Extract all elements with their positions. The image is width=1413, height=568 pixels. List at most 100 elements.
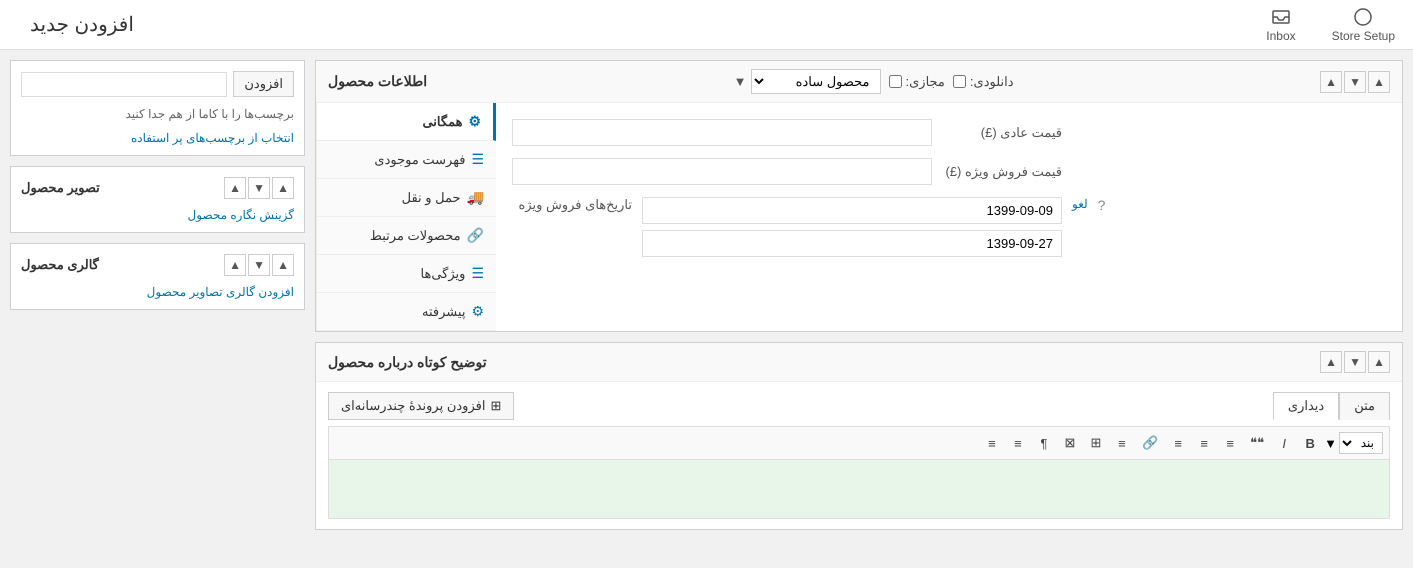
- virtual-label: مجازی:: [906, 74, 945, 90]
- downloadable-label: دانلودی:: [970, 74, 1014, 90]
- sale-price-row: قیمت فروش ویژه (£): [512, 158, 1386, 185]
- tab-text[interactable]: متن: [1339, 392, 1390, 420]
- format-select[interactable]: بند: [1339, 432, 1383, 454]
- tab-advanced[interactable]: ⚙ پیشرفته: [317, 293, 496, 331]
- product-image-header: ▲ ▼ ▲ تصویر محصول: [21, 177, 294, 199]
- store-setup-nav[interactable]: Store Setup: [1324, 7, 1403, 43]
- store-setup-icon: [1353, 7, 1373, 27]
- tab-inventory-label: فهرست موجودی: [374, 152, 465, 168]
- media-icon: ⊞: [490, 398, 501, 414]
- add-media-button[interactable]: ⊞ افزودن پروندۀ چندرسانه‌ای: [328, 392, 514, 420]
- product-info-up-btn[interactable]: ▲: [1368, 71, 1390, 93]
- table-btn[interactable]: ⊞: [1084, 431, 1108, 455]
- gallery-panel: ▲ ▼ ▲ گالری محصول افزودن گالری تصاویر مح…: [10, 243, 305, 310]
- linked-icon: 🔗: [467, 227, 484, 244]
- downloadable-checkbox[interactable]: [953, 75, 966, 88]
- bold-btn[interactable]: B: [1298, 432, 1322, 455]
- image-panel-expand-btn[interactable]: ▲: [224, 177, 246, 199]
- editor-content-area[interactable]: [328, 459, 1390, 519]
- shipping-icon: 🚚: [467, 189, 484, 206]
- gallery-link[interactable]: افزودن گالری تصاویر محصول: [147, 285, 294, 299]
- ul-btn[interactable]: ≡: [1006, 432, 1030, 455]
- sale-dates-label: تاریخ‌های فروش ویژه: [512, 197, 632, 213]
- tags-input-row: افزودن: [21, 71, 294, 97]
- product-info-panel: ▲ ▼ ▲ دانلودی: مجازی: محصول سا: [315, 60, 1403, 332]
- short-desc-body: متن دیداری ⊞ افزودن پروندۀ چندرسانه‌ای: [316, 382, 1402, 529]
- product-info-header: ▲ ▼ ▲ دانلودی: مجازی: محصول سا: [316, 61, 1402, 103]
- add-tag-button[interactable]: افزودن: [233, 71, 294, 97]
- product-info-sidebar-tabs: ⚙ همگانی ☰ فهرست موجودی 🚚 حمل و نقل 🔗 مح…: [316, 103, 496, 331]
- tab-general[interactable]: ⚙ همگانی: [317, 103, 496, 141]
- regular-price-input[interactable]: [512, 119, 932, 146]
- product-type-wrapper: محصول ساده محصول متغیر محصول گروهی محصول…: [734, 69, 881, 94]
- image-panel-up-btn[interactable]: ▲: [272, 177, 294, 199]
- ol-btn[interactable]: ≡: [980, 432, 1004, 455]
- image-panel-controls: ▲ ▼ ▲: [224, 177, 294, 199]
- short-desc-up-btn[interactable]: ▲: [1368, 351, 1390, 373]
- product-type-select[interactable]: محصول ساده محصول متغیر محصول گروهی محصول…: [751, 69, 881, 94]
- page-title: افزودن جدید: [30, 12, 134, 37]
- gallery-down-btn[interactable]: ▼: [248, 254, 270, 276]
- downloadable-checkbox-label[interactable]: دانلودی:: [953, 74, 1014, 90]
- tab-attributes[interactable]: ☰ ویژگی‌ها: [317, 255, 496, 293]
- short-desc-header: ▲ ▼ ▲ توضیح کوتاه درباره محصول: [316, 343, 1402, 382]
- content-area: ▲ ▼ ▲ دانلودی: مجازی: محصول سا: [315, 60, 1403, 558]
- add-media-label: افزودن پروندۀ چندرسانه‌ای: [341, 398, 485, 414]
- editor-tabs-left: متن دیداری: [1273, 392, 1390, 420]
- store-setup-label: Store Setup: [1332, 29, 1395, 43]
- tab-text-label: متن: [1354, 398, 1375, 413]
- tags-input[interactable]: [21, 72, 227, 97]
- regular-price-row: قیمت عادی (£): [512, 119, 1386, 146]
- short-desc-down-btn[interactable]: ▼: [1344, 351, 1366, 373]
- tab-visual[interactable]: دیداری: [1273, 392, 1339, 420]
- sale-date-from-input[interactable]: [642, 197, 1062, 224]
- short-desc-controls: ▲ ▼ ▲: [1320, 351, 1390, 373]
- regular-price-label: قیمت عادی (£): [942, 125, 1062, 141]
- italic-btn[interactable]: I: [1272, 432, 1296, 455]
- gallery-up-btn[interactable]: ▲: [272, 254, 294, 276]
- link-btn[interactable]: 🔗: [1136, 431, 1164, 455]
- sale-date-to-input[interactable]: [642, 230, 1062, 257]
- tab-visual-label: دیداری: [1288, 398, 1324, 413]
- product-info-controls: دانلودی: مجازی: محصول ساده محصول متغیر م…: [734, 69, 1014, 94]
- image-panel-down-btn[interactable]: ▼: [248, 177, 270, 199]
- align-btn[interactable]: ≡: [1218, 432, 1242, 455]
- product-info-move-controls: ▲ ▼ ▲: [1320, 71, 1390, 93]
- editor-tabs-row: متن دیداری ⊞ افزودن پروندۀ چندرسانه‌ای: [328, 392, 1390, 420]
- inbox-nav[interactable]: Inbox: [1258, 7, 1303, 43]
- gallery-expand-btn[interactable]: ▲: [224, 254, 246, 276]
- virtual-checkbox-label[interactable]: مجازی:: [889, 74, 945, 90]
- product-info-tabs-container: قیمت عادی (£) قیمت فروش ویژه (£) ? لغو: [316, 103, 1402, 331]
- gallery-panel-controls: ▲ ▼ ▲: [224, 254, 294, 276]
- sale-price-input[interactable]: [512, 158, 932, 185]
- blockquote-btn[interactable]: ❝❝: [1244, 431, 1270, 455]
- help-icon: ?: [1098, 197, 1106, 213]
- paragraph-btn[interactable]: ¶: [1032, 432, 1056, 455]
- product-image-panel: ▲ ▼ ▲ تصویر محصول گزینش نگاره محصول: [10, 166, 305, 233]
- strikethrough-btn[interactable]: ≡: [1110, 432, 1134, 455]
- sidebar: افزودن برچسب‌ها را با کاما از هم جدا کنی…: [10, 60, 305, 558]
- attributes-icon: ☰: [471, 265, 484, 282]
- sale-dates-fields: [642, 197, 1062, 257]
- remove-format-btn[interactable]: ⊠: [1058, 431, 1082, 455]
- tab-attributes-label: ویژگی‌ها: [421, 266, 466, 282]
- align-center-btn[interactable]: ≡: [1192, 432, 1216, 455]
- main-layout: افزودن برچسب‌ها را با کاما از هم جدا کنی…: [0, 50, 1413, 568]
- tab-inventory[interactable]: ☰ فهرست موجودی: [317, 141, 496, 179]
- cancel-sale-dates-link[interactable]: لغو: [1072, 197, 1088, 211]
- tab-shipping[interactable]: 🚚 حمل و نقل: [317, 179, 496, 217]
- gallery-title: گالری محصول: [21, 257, 99, 273]
- product-info-down-btn[interactable]: ▼: [1344, 71, 1366, 93]
- popular-tags-link[interactable]: انتخاب از برچسب‌های پر استفاده: [131, 131, 294, 145]
- virtual-checkbox[interactable]: [889, 75, 902, 88]
- gallery-header: ▲ ▼ ▲ گالری محصول: [21, 254, 294, 276]
- tab-general-label: همگانی: [422, 114, 462, 130]
- general-icon: ⚙: [468, 113, 481, 130]
- short-description-panel: ▲ ▼ ▲ توضیح کوتاه درباره محصول متن دیدار…: [315, 342, 1403, 530]
- sale-dates-row: ? لغو تاریخ‌های فروش ویژه: [512, 197, 1386, 257]
- product-info-expand-btn[interactable]: ▲: [1320, 71, 1342, 93]
- short-desc-expand-btn[interactable]: ▲: [1320, 351, 1342, 373]
- tab-linked-products[interactable]: 🔗 محصولات مرتبط: [317, 217, 496, 255]
- product-image-link[interactable]: گزینش نگاره محصول: [188, 208, 294, 222]
- align-right-btn[interactable]: ≡: [1166, 432, 1190, 455]
